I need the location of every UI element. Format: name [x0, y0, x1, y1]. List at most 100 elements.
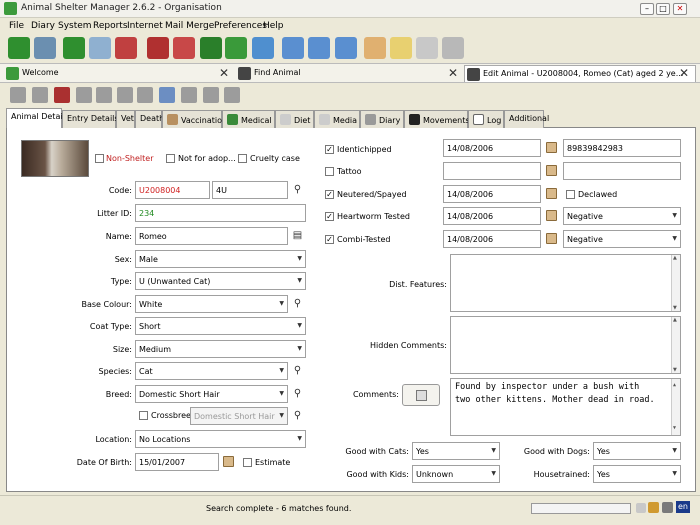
heartworm-result-select[interactable]: Negative — [563, 207, 681, 225]
neutered-checkbox[interactable]: ✓ — [325, 190, 334, 199]
diary-task-icon[interactable] — [159, 87, 175, 103]
print-record-icon[interactable] — [76, 87, 92, 103]
breed-lookup-icon[interactable]: ⚲ — [291, 388, 304, 400]
menu-diary[interactable]: Diary — [31, 21, 55, 31]
tab-vaccination[interactable]: Vaccination — [162, 110, 227, 128]
tattoo-number-field[interactable] — [563, 162, 681, 180]
tab-entry-details[interactable]: Entry Details — [62, 110, 119, 128]
declawed-checkbox[interactable] — [566, 190, 575, 199]
heartworm-date-field[interactable]: 14/08/2006 — [443, 207, 541, 225]
new-owner-icon[interactable] — [308, 37, 330, 59]
neutered-calendar-icon[interactable] — [546, 188, 557, 199]
owner-icon[interactable] — [282, 37, 304, 59]
tab-welcome[interactable]: Welcome — [4, 65, 230, 82]
menu-system[interactable]: System — [58, 21, 92, 31]
email-icon[interactable] — [96, 87, 112, 103]
tab-vet[interactable]: Vet — [116, 110, 135, 128]
combi-tested-checkbox[interactable]: ✓ — [325, 235, 334, 244]
litter-id-field[interactable]: 234 — [135, 204, 306, 222]
location-select[interactable]: No Locations — [135, 430, 306, 448]
type-select[interactable]: U (Unwanted Cat) — [135, 272, 306, 290]
breed2-lookup-icon[interactable]: ⚲ — [291, 410, 304, 422]
tattoo-calendar-icon[interactable] — [546, 165, 557, 176]
find-owner-icon[interactable] — [335, 37, 357, 59]
heartworm-checkbox[interactable]: ✓ — [325, 212, 334, 221]
date-of-birth-field[interactable]: 15/01/2007 — [135, 453, 219, 471]
globe-icon[interactable] — [203, 87, 219, 103]
menu-internet[interactable]: Internet — [127, 21, 163, 31]
new-lost-icon[interactable] — [147, 37, 169, 59]
dob-calendar-icon[interactable] — [223, 456, 234, 467]
tab-movements[interactable]: Movements — [404, 110, 470, 128]
hidden-comments-textarea[interactable] — [450, 316, 681, 374]
microchip-number-field[interactable]: 89839842983 — [563, 139, 681, 157]
close-tab-welcome-icon[interactable]: ✕ — [217, 66, 231, 80]
language-indicator[interactable]: en — [676, 501, 690, 513]
identichipped-calendar-icon[interactable] — [546, 142, 557, 153]
combi-tested-date-field[interactable]: 14/08/2006 — [443, 230, 541, 248]
new-animal-icon[interactable] — [8, 37, 30, 59]
close-window-button[interactable]: ✕ — [673, 3, 687, 15]
species-lookup-icon[interactable]: ⚲ — [291, 365, 304, 377]
crossbreed-checkbox[interactable] — [139, 411, 148, 420]
tab-additional[interactable]: Additional — [504, 110, 549, 128]
combi-result-select[interactable]: Negative — [563, 230, 681, 248]
menu-preferences[interactable]: Preferences — [214, 21, 267, 31]
animal-photo[interactable] — [21, 140, 89, 177]
menu-reports[interactable]: Reports — [93, 21, 128, 31]
find-found-icon[interactable] — [225, 37, 247, 59]
find-lost-icon[interactable] — [173, 37, 195, 59]
print-icon[interactable] — [442, 37, 464, 59]
tab-diary[interactable]: Diary — [360, 110, 404, 128]
good-with-cats-select[interactable]: Yes — [412, 442, 500, 460]
coat-type-select[interactable]: Short — [135, 317, 306, 335]
heartworm-calendar-icon[interactable] — [546, 210, 557, 221]
housetrained-select[interactable]: Yes — [593, 465, 681, 483]
search-icon[interactable] — [89, 37, 111, 59]
neutered-date-field[interactable]: 14/08/2006 — [443, 185, 541, 203]
chat-icon[interactable] — [662, 502, 673, 513]
identichipped-date-field[interactable]: 14/08/2006 — [443, 139, 541, 157]
colour-lookup-icon[interactable]: ⚲ — [291, 298, 304, 310]
tab-death[interactable]: Death — [135, 110, 164, 128]
tab-media[interactable]: Media — [314, 110, 360, 128]
delete-icon[interactable] — [54, 87, 70, 103]
not-for-adoption-checkbox[interactable] — [166, 154, 175, 163]
document-icon[interactable] — [117, 87, 133, 103]
minimize-button[interactable]: – — [640, 3, 654, 15]
identichipped-checkbox[interactable]: ✓ — [325, 145, 334, 154]
estimate-checkbox[interactable] — [243, 458, 252, 467]
random-name-icon[interactable]: ▤ — [291, 230, 304, 242]
clone-icon[interactable] — [32, 87, 48, 103]
notes-icon[interactable] — [390, 37, 412, 59]
code-field[interactable]: U2008004 — [135, 181, 210, 199]
size-select[interactable]: Medium — [135, 340, 306, 358]
maximize-button[interactable]: □ — [656, 3, 670, 15]
code-lookup-icon[interactable]: ⚲ — [291, 184, 304, 196]
share-icon[interactable] — [224, 87, 240, 103]
hidden-comments-scrollbar[interactable] — [671, 317, 680, 373]
refresh-icon[interactable] — [636, 503, 646, 513]
good-with-kids-select[interactable]: Unknown — [412, 465, 500, 483]
add-animal-icon[interactable] — [63, 37, 85, 59]
species-select[interactable]: Cat — [135, 362, 288, 380]
short-code-field[interactable]: 4U — [212, 181, 288, 199]
combi-calendar-icon[interactable] — [546, 233, 557, 244]
close-tab-find-icon[interactable]: ✕ — [446, 66, 460, 80]
menu-mail-merge[interactable]: Mail Merge — [165, 21, 214, 31]
tab-edit-animal[interactable]: Edit Animal - U2008004, Romeo (Cat) aged… — [464, 65, 696, 82]
comments-textarea[interactable]: Found by inspector under a bush with two… — [450, 378, 681, 436]
sex-select[interactable]: Male — [135, 250, 306, 268]
person-icon[interactable] — [137, 87, 153, 103]
comments-scrollbar[interactable] — [671, 379, 680, 435]
cruelty-case-checkbox[interactable] — [238, 154, 247, 163]
copy-comments-button[interactable] — [402, 384, 440, 406]
tab-medical[interactable]: Medical — [222, 110, 275, 128]
breed2-select[interactable]: Domestic Short Hair — [190, 407, 288, 425]
match-icon[interactable] — [252, 37, 274, 59]
movement-icon[interactable] — [181, 87, 197, 103]
dist-features-textarea[interactable] — [450, 254, 681, 312]
tab-animal-details[interactable]: Animal Details — [6, 108, 69, 129]
tab-diet[interactable]: Diet — [275, 110, 314, 128]
breed-select[interactable]: Domestic Short Hair — [135, 385, 288, 403]
